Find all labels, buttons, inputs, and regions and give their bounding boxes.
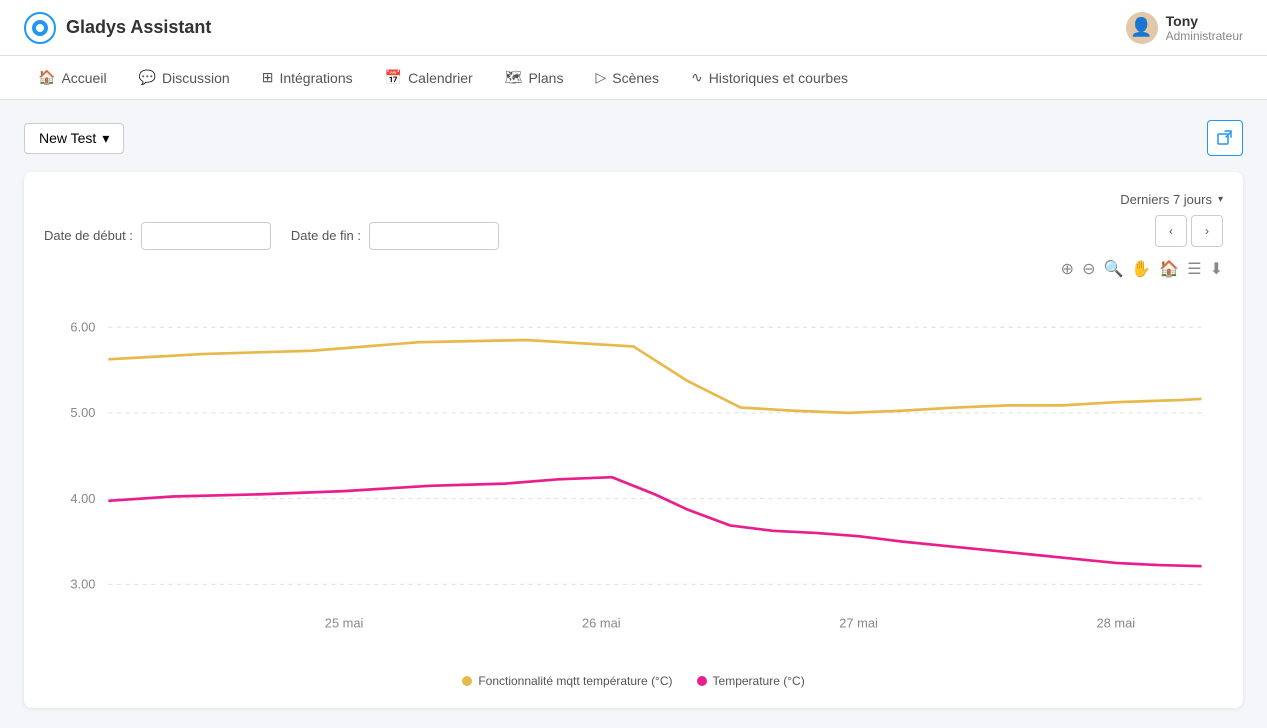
- zoom-in-icon[interactable]: ⊕: [1061, 259, 1074, 279]
- chart-container: Date de début : Date de fin : Derniers 7…: [24, 172, 1243, 708]
- header-left: Gladys Assistant: [24, 12, 211, 44]
- date-end-input[interactable]: [369, 222, 499, 250]
- svg-text:6.00: 6.00: [70, 319, 95, 334]
- new-test-label: New Test: [39, 130, 96, 146]
- nav-item-discussion[interactable]: 💬 Discussion: [125, 61, 244, 94]
- nav-label-integrations: Intégrations: [279, 70, 352, 86]
- integrations-icon: ⊞: [262, 69, 274, 86]
- user-name: Tony: [1166, 13, 1243, 29]
- nav-label-discussion: Discussion: [162, 70, 230, 86]
- plans-icon: 🗺: [505, 69, 523, 86]
- legend-item-mqtt: Fonctionnalité mqtt température (°C): [462, 674, 672, 688]
- nav-label-scenes: Scènes: [612, 70, 659, 86]
- new-test-caret: ▾: [102, 130, 109, 147]
- legend-dot-temperature: [697, 676, 707, 686]
- period-caret: ▾: [1218, 194, 1223, 205]
- calendrier-icon: 📅: [385, 69, 402, 86]
- nav-arrows: ‹ ›: [1155, 215, 1223, 247]
- legend-dot-mqtt: [462, 676, 472, 686]
- historiques-icon: ∿: [691, 69, 703, 86]
- chart-legend: Fonctionnalité mqtt température (°C) Tem…: [44, 674, 1223, 688]
- right-controls: Derniers 7 jours ▾ ‹ › ⊕ ⊖ 🔍 ✋ 🏠 ☰ ⬇: [1061, 192, 1223, 279]
- date-end-label: Date de fin :: [291, 228, 361, 243]
- nav-label-calendrier: Calendrier: [408, 70, 473, 86]
- nav-label-accueil: Accueil: [61, 70, 106, 86]
- menu-icon[interactable]: ☰: [1187, 259, 1201, 279]
- chart-wrapper: 6.00 5.00 4.00 3.00 25 mai 26 mai 27 mai…: [44, 295, 1223, 688]
- nav-label-plans: Plans: [528, 70, 563, 86]
- date-filters: Date de début : Date de fin :: [44, 222, 499, 250]
- date-end-field: Date de fin :: [291, 222, 499, 250]
- legend-label-temperature: Temperature (°C): [713, 674, 805, 688]
- svg-text:25 mai: 25 mai: [325, 615, 364, 630]
- period-label: Derniers 7 jours: [1120, 192, 1212, 207]
- main-content: New Test ▾ Date de début : Date de fin :: [0, 100, 1267, 728]
- nav-item-scenes[interactable]: ▷ Scènes: [581, 61, 672, 94]
- chart-icons: ⊕ ⊖ 🔍 ✋ 🏠 ☰ ⬇: [1061, 259, 1223, 279]
- nav-item-plans[interactable]: 🗺 Plans: [491, 61, 578, 94]
- toolbar: New Test ▾: [24, 120, 1243, 156]
- home-icon: 🏠: [38, 69, 55, 86]
- logo-icon: [24, 12, 56, 44]
- nav-label-historiques: Historiques et courbes: [709, 70, 848, 86]
- prev-button[interactable]: ‹: [1155, 215, 1187, 247]
- svg-text:5.00: 5.00: [70, 405, 95, 420]
- period-selector[interactable]: Derniers 7 jours ▾: [1120, 192, 1223, 207]
- app-title: Gladys Assistant: [66, 17, 211, 38]
- svg-text:26 mai: 26 mai: [582, 615, 621, 630]
- external-link-icon: [1217, 130, 1233, 146]
- main-nav: 🏠 Accueil 💬 Discussion ⊞ Intégrations 📅 …: [0, 56, 1267, 100]
- nav-item-calendrier[interactable]: 📅 Calendrier: [371, 61, 487, 94]
- line-chart: 6.00 5.00 4.00 3.00 25 mai 26 mai 27 mai…: [44, 295, 1223, 659]
- avatar: 👤: [1126, 12, 1158, 44]
- pan-icon[interactable]: ✋: [1131, 259, 1151, 279]
- zoom-select-icon[interactable]: 🔍: [1103, 259, 1123, 279]
- svg-text:28 mai: 28 mai: [1096, 615, 1135, 630]
- zoom-out-icon[interactable]: ⊖: [1082, 259, 1095, 279]
- next-button[interactable]: ›: [1191, 215, 1223, 247]
- nav-item-historiques[interactable]: ∿ Historiques et courbes: [677, 61, 862, 94]
- download-icon[interactable]: ⬇: [1210, 259, 1223, 279]
- nav-item-accueil[interactable]: 🏠 Accueil: [24, 61, 121, 94]
- svg-text:4.00: 4.00: [70, 491, 95, 506]
- home-reset-icon[interactable]: 🏠: [1159, 259, 1179, 279]
- legend-item-temperature: Temperature (°C): [697, 674, 805, 688]
- nav-item-integrations[interactable]: ⊞ Intégrations: [248, 61, 367, 94]
- svg-text:3.00: 3.00: [70, 577, 95, 592]
- user-role: Administrateur: [1166, 29, 1243, 43]
- user-info: Tony Administrateur: [1166, 13, 1243, 43]
- date-start-label: Date de début :: [44, 228, 133, 243]
- chart-controls: Date de début : Date de fin : Derniers 7…: [44, 192, 1223, 279]
- legend-label-mqtt: Fonctionnalité mqtt température (°C): [478, 674, 672, 688]
- header-right: 👤 Tony Administrateur: [1126, 12, 1243, 44]
- header: Gladys Assistant 👤 Tony Administrateur: [0, 0, 1267, 56]
- scenes-icon: ▷: [595, 69, 606, 86]
- export-button[interactable]: [1207, 120, 1243, 156]
- svg-text:27 mai: 27 mai: [839, 615, 878, 630]
- discussion-icon: 💬: [139, 69, 156, 86]
- date-start-input[interactable]: [141, 222, 271, 250]
- date-start-field: Date de début :: [44, 222, 271, 250]
- new-test-button[interactable]: New Test ▾: [24, 123, 124, 154]
